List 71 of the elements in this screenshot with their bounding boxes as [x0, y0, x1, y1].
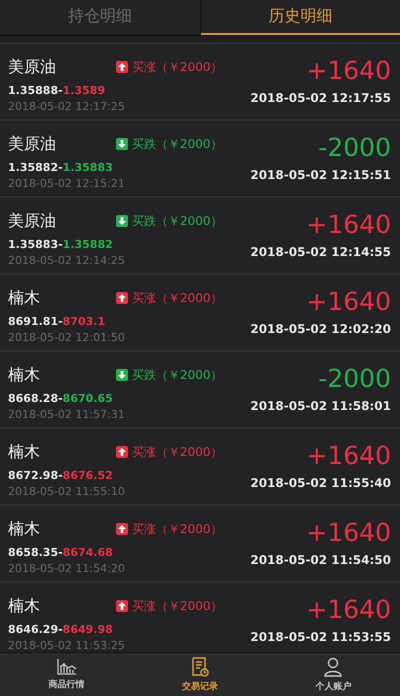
product-name: 美原油 — [8, 210, 57, 232]
profit-amount: +1640 — [306, 595, 391, 624]
profit-amount: -2000 — [318, 364, 391, 393]
profit-amount: +1640 — [306, 518, 391, 547]
trade-row[interactable]: 美原油 买跌（￥2000） 1.35883-1.35882 2018-05-02 12:14:25 +1640 2018-05-02 12:14:55 — [0, 198, 400, 275]
open-time: 2018-05-02 11:54:20 — [8, 562, 126, 575]
trade-row[interactable]: 楠木 买涨（￥2000） 8672.98-8676.52 2018-05-02 11:55:10 +1640 2018-05-02 11:55:40 — [0, 429, 400, 506]
close-time: 2018-05-02 11:55:40 — [250, 476, 391, 490]
up-arrow-icon — [116, 446, 128, 458]
tab[interactable]: 历史明细 — [200, 0, 400, 35]
price-range: 8668.28-8670.65 — [8, 392, 114, 405]
trade-row[interactable]: 美原油 买涨（￥2000） 1.35888-1.3589 2018-05-02 12:17:25 +1640 2018-05-02 12:17:55 — [0, 44, 400, 121]
up-arrow-icon — [116, 61, 128, 73]
trade-action: 买跌（￥2000） — [132, 366, 223, 384]
trade-row[interactable]: 楠木 买涨（￥2000） 8658.35-8674.68 2018-05-02 11:54:20 +1640 2018-05-02 11:54:50 — [0, 506, 400, 583]
product-name: 楠木 — [8, 518, 41, 540]
chart-icon — [56, 658, 77, 675]
close-time: 2018-05-02 11:53:55 — [250, 630, 391, 644]
price-range: 8658.35-8674.68 — [8, 546, 114, 559]
profit-amount: -2000 — [318, 133, 391, 162]
trade-action: 买跌（￥2000） — [132, 212, 223, 230]
trade-action: 买涨（￥2000） — [132, 598, 223, 614]
price-range: 1.35883-1.35882 — [8, 238, 114, 251]
open-time: 2018-05-02 11:57:31 — [8, 408, 126, 421]
close-time: 2018-05-02 12:17:55 — [250, 91, 391, 105]
open-time: 2018-05-02 12:15:21 — [8, 177, 126, 190]
price-range: 1.35882-1.35883 — [8, 161, 114, 174]
profit-amount: +1640 — [306, 210, 391, 239]
price-range: 8691.81-8703.1 — [8, 315, 106, 328]
close-time: 2018-05-02 12:14:55 — [250, 245, 391, 259]
product-name: 楠木 — [8, 364, 41, 386]
person-icon — [324, 656, 342, 676]
close-time: 2018-05-02 12:15:51 — [250, 168, 391, 182]
trade-row[interactable]: 楠木 买涨（￥2000） 8691.81-8703.1 2018-05-02 12:01:50 +1640 2018-05-02 12:02:20 — [0, 275, 400, 352]
close-time: 2018-05-02 11:54:50 — [250, 553, 391, 567]
product-name: 楠木 — [8, 442, 41, 462]
close-time: 2018-05-02 11:58:01 — [250, 399, 391, 413]
trade-action: 买涨（￥2000） — [132, 520, 223, 538]
trade-action: 买涨（￥2000） — [132, 444, 223, 460]
down-arrow-icon — [116, 138, 128, 150]
trade-action: 买涨（￥2000） — [132, 58, 223, 76]
profit-amount: +1640 — [306, 287, 391, 316]
profit-amount: +1640 — [306, 441, 391, 470]
profit-amount: +1640 — [306, 56, 391, 85]
trade-row[interactable]: 楠木 买跌（￥2000） 8668.28-8670.65 2018-05-02 11:57:31 -2000 2018-05-02 11:58:01 — [0, 352, 400, 429]
trade-action: 买跌（￥2000） — [132, 136, 223, 152]
close-time: 2018-05-02 12:02:20 — [250, 322, 391, 336]
open-time: 2018-05-02 12:14:25 — [8, 254, 126, 267]
up-arrow-icon — [116, 523, 128, 535]
open-time: 2018-05-02 11:55:10 — [8, 485, 126, 498]
product-name: 楠木 — [8, 288, 41, 308]
price-range: 8672.98-8676.52 — [8, 469, 114, 482]
up-arrow-icon — [116, 292, 128, 304]
down-arrow-icon — [116, 369, 128, 381]
trade-row[interactable]: 美原油 买跌（￥2000） 1.35882-1.35883 2018-05-02 12:15:21 -2000 2018-05-02 12:15:51 — [0, 121, 400, 198]
up-arrow-icon — [116, 600, 128, 612]
open-time: 2018-05-02 12:17:25 — [8, 100, 126, 113]
price-range: 1.35888-1.3589 — [8, 84, 106, 97]
document-clock-icon — [190, 656, 209, 676]
product-name: 美原油 — [8, 56, 57, 78]
trade-row[interactable]: 楠木 买涨（￥2000） 8646.29-8649.98 2018-05-02 11:53:25 +1640 2018-05-02 11:53:55 — [0, 583, 400, 652]
open-time: 2018-05-02 11:53:25 — [8, 639, 126, 652]
nav-item[interactable]: 交易记录 — [133, 653, 267, 696]
price-range: 8646.29-8649.98 — [8, 623, 114, 636]
down-arrow-icon — [116, 215, 128, 227]
nav-item[interactable]: 个人账户 — [266, 653, 400, 696]
trade-action: 买涨（￥2000） — [132, 290, 223, 306]
open-time: 2018-05-02 12:01:50 — [8, 331, 126, 344]
product-name: 美原油 — [8, 134, 57, 154]
product-name: 楠木 — [8, 596, 41, 616]
nav-item[interactable]: 商品行情 — [0, 653, 134, 696]
